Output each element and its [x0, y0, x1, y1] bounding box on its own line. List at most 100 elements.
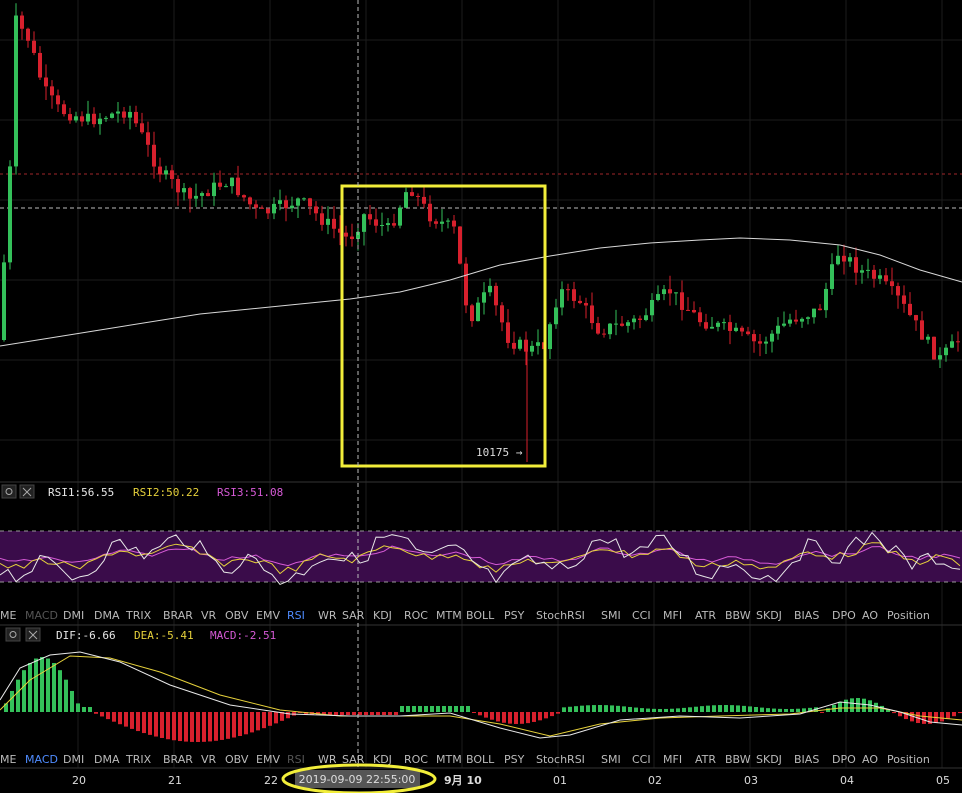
- indicator-tab-brar[interactable]: BRAR: [163, 609, 193, 622]
- candle-body: [20, 15, 24, 29]
- indicator-tab-smi[interactable]: SMI: [601, 753, 621, 766]
- time-label: 20: [72, 774, 86, 787]
- indicator-tab-cci[interactable]: CCI: [632, 753, 651, 766]
- indicator-tab-rsi[interactable]: RSI: [287, 609, 305, 622]
- macd-bar: [424, 706, 428, 712]
- indicator-tab-atr[interactable]: ATR: [695, 753, 716, 766]
- indicator-tab-dpo[interactable]: DPO: [832, 753, 856, 766]
- indicator-tab-smi[interactable]: SMI: [601, 609, 621, 622]
- indicator-tab-vr[interactable]: VR: [201, 609, 217, 622]
- price-panel[interactable]: 10175 →: [0, 3, 962, 468]
- indicator-tab-sar[interactable]: SAR: [342, 609, 365, 622]
- indicator-tab-dpo[interactable]: DPO: [832, 609, 856, 622]
- indicator-tab-emv[interactable]: EMV: [256, 753, 280, 766]
- indicator-tab-emv[interactable]: EMV: [256, 609, 280, 622]
- macd-bar: [136, 712, 140, 732]
- macd-bar: [844, 699, 848, 712]
- indicator-tab-bar-top[interactable]: ME MACD DMI DMA TRIX BRAR VR OBV EMV RSI WR SAR KDJ R…: [0, 609, 930, 622]
- macd-bar: [376, 712, 380, 715]
- indicator-tab-boll[interactable]: BOLL: [466, 609, 495, 622]
- candle-body: [194, 195, 198, 199]
- candle-body: [698, 312, 702, 323]
- macd-bar: [724, 705, 728, 712]
- indicator-tab-bias[interactable]: BIAS: [794, 609, 819, 622]
- macd-panel[interactable]: DIF:-6.66 DEA:-5.41 MACD:-2.51: [0, 627, 962, 742]
- indicator-tab-wr[interactable]: WR: [318, 609, 337, 622]
- indicator-tab-psy[interactable]: PSY: [504, 753, 525, 766]
- indicator-tab-dma[interactable]: DMA: [94, 753, 120, 766]
- indicator-tab-roc[interactable]: ROC: [404, 753, 428, 766]
- macd-bar: [862, 698, 866, 712]
- candle-body: [500, 305, 504, 323]
- indicator-tab-skdj[interactable]: SKDJ: [756, 609, 782, 622]
- indicator-tab-wr[interactable]: WR: [318, 753, 337, 766]
- indicator-tab-bbw[interactable]: BBW: [725, 609, 751, 622]
- indicator-tab-skdj[interactable]: SKDJ: [756, 753, 782, 766]
- indicator-tab-position[interactable]: Position: [887, 753, 930, 766]
- indicator-tab-stochrsi[interactable]: StochRSI: [536, 609, 585, 622]
- macd-close-icon[interactable]: [25, 627, 41, 642]
- macd-settings-icon[interactable]: [5, 627, 21, 642]
- indicator-tab-brar[interactable]: BRAR: [163, 753, 193, 766]
- indicator-tab-me[interactable]: ME: [0, 753, 16, 766]
- indicator-tab-vr[interactable]: VR: [201, 753, 217, 766]
- indicator-tab-macd[interactable]: MACD: [25, 753, 58, 766]
- macd-bar: [40, 657, 44, 712]
- rsi-close-icon[interactable]: [19, 484, 35, 499]
- candle-body: [536, 342, 540, 346]
- candle-body: [422, 196, 426, 204]
- candle-body: [314, 206, 318, 214]
- chart-canvas[interactable]: 10175 → RSI1:56.55 RSI2:50.22 RSI3:51.08…: [0, 0, 962, 793]
- indicator-tab-rsi[interactable]: RSI: [287, 753, 305, 766]
- indicator-tab-cci[interactable]: CCI: [632, 609, 651, 622]
- indicator-tab-mfi[interactable]: MFI: [663, 609, 682, 622]
- indicator-tab-mfi[interactable]: MFI: [663, 753, 682, 766]
- candle-body: [842, 255, 846, 262]
- rsi-panel[interactable]: RSI1:56.55 RSI2:50.22 RSI3:51.08: [0, 484, 962, 586]
- candle-body: [8, 166, 12, 263]
- indicator-tab-macd[interactable]: MACD: [25, 609, 58, 622]
- dif-label: DIF:-6.66: [56, 629, 116, 642]
- indicator-tab-psy[interactable]: PSY: [504, 609, 525, 622]
- indicator-tab-me[interactable]: ME: [0, 609, 16, 622]
- rsi-settings-icon[interactable]: [1, 484, 17, 499]
- candle-body: [212, 182, 216, 197]
- indicator-tab-trix[interactable]: TRIX: [125, 753, 152, 766]
- macd-bar: [496, 712, 500, 722]
- candle-body: [134, 111, 138, 124]
- rsi2-label: RSI2:50.22: [133, 486, 199, 499]
- indicator-tab-atr[interactable]: ATR: [695, 609, 716, 622]
- indicator-tab-kdj[interactable]: KDJ: [373, 609, 392, 622]
- indicator-tab-stochrsi[interactable]: StochRSI: [536, 753, 585, 766]
- macd-bar: [658, 708, 662, 712]
- macd-bar: [94, 712, 98, 714]
- macd-bar: [142, 712, 146, 734]
- candle-body: [182, 188, 186, 193]
- candle-body: [818, 308, 822, 311]
- candle-body: [392, 223, 396, 226]
- macd-bar: [778, 708, 782, 712]
- indicator-tab-dmi[interactable]: DMI: [63, 753, 84, 766]
- indicator-tab-mtm[interactable]: MTM: [436, 753, 462, 766]
- macd-bar: [676, 708, 680, 712]
- indicator-tab-mtm[interactable]: MTM: [436, 609, 462, 622]
- macd-bar: [334, 712, 338, 715]
- indicator-tab-obv[interactable]: OBV: [225, 753, 249, 766]
- macd-bar: [958, 712, 962, 714]
- indicator-tab-roc[interactable]: ROC: [404, 609, 428, 622]
- indicator-tab-boll[interactable]: BOLL: [466, 753, 495, 766]
- indicator-tab-ao[interactable]: AO: [862, 753, 878, 766]
- indicator-tab-dma[interactable]: DMA: [94, 609, 120, 622]
- indicator-tab-bbw[interactable]: BBW: [725, 753, 751, 766]
- indicator-tab-ao[interactable]: AO: [862, 609, 878, 622]
- indicator-tab-bar-bottom[interactable]: ME MACD DMI DMA TRIX BRAR VR OBV EMV RSI WR SAR KDJ R…: [0, 753, 930, 766]
- candle-body: [716, 322, 720, 327]
- macd-bar: [22, 670, 26, 712]
- indicator-tab-dmi[interactable]: DMI: [63, 609, 84, 622]
- indicator-tab-obv[interactable]: OBV: [225, 609, 249, 622]
- indicator-tab-bias[interactable]: BIAS: [794, 753, 819, 766]
- indicator-tab-trix[interactable]: TRIX: [125, 609, 152, 622]
- candle-body: [524, 339, 528, 352]
- indicator-tab-position[interactable]: Position: [887, 609, 930, 622]
- candle-body: [2, 262, 6, 340]
